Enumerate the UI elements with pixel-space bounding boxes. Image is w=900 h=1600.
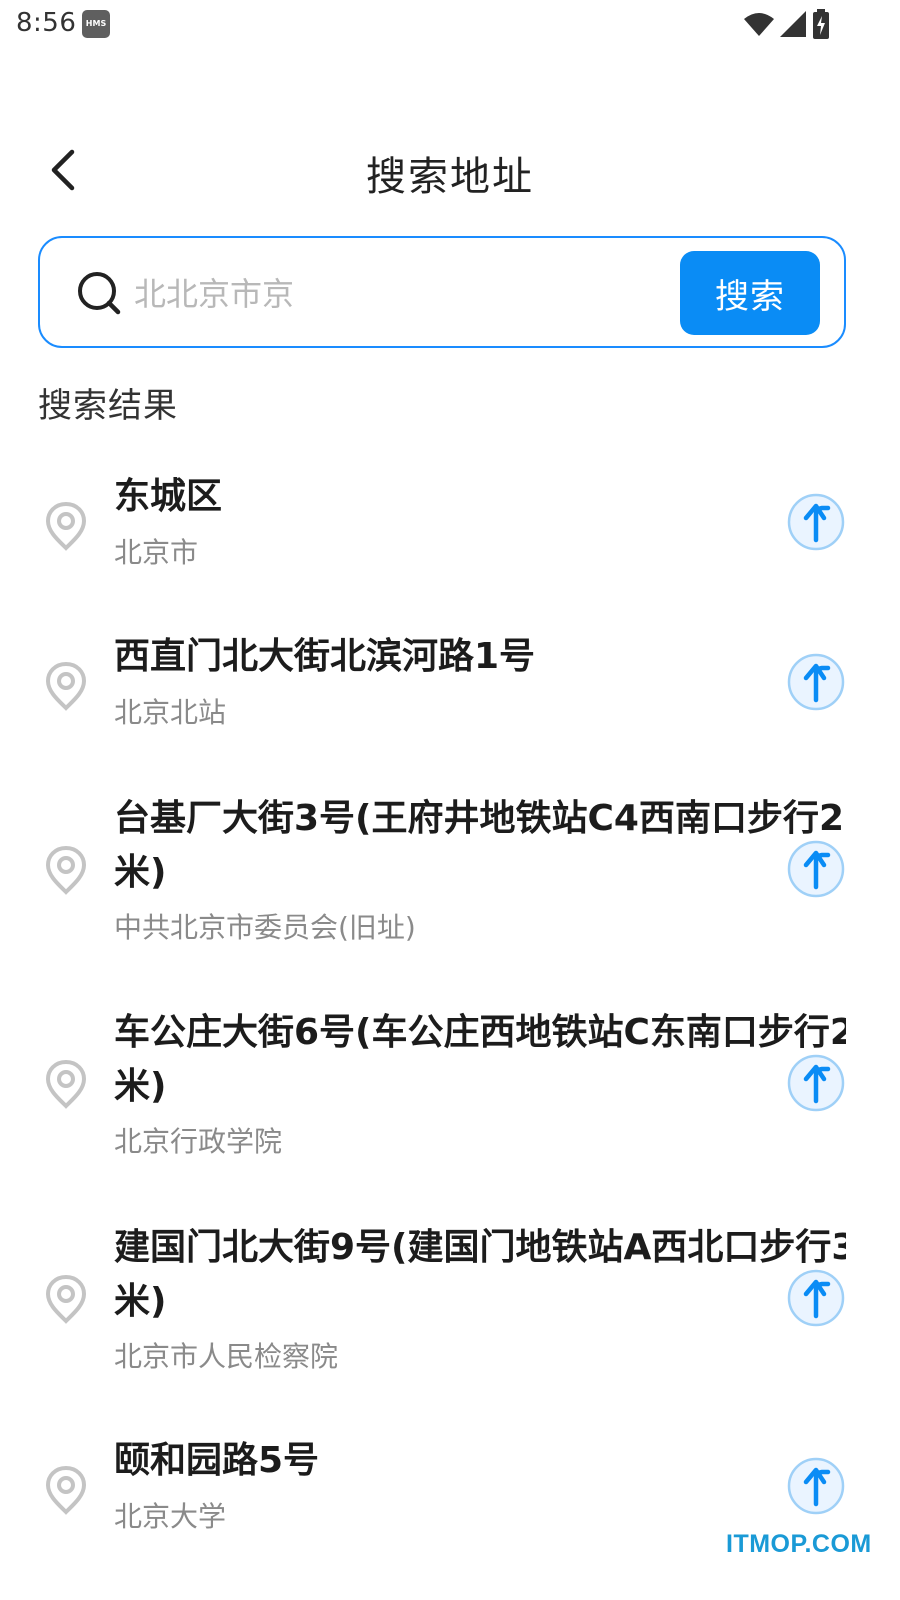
result-subtitle: 北京市 — [114, 536, 199, 569]
result-title-line: 米) — [114, 1281, 167, 1322]
result-subtitle: 北京北站 — [114, 696, 227, 729]
navigate-arrow-icon[interactable] — [786, 1268, 846, 1328]
search-button[interactable]: 搜索 — [680, 251, 820, 335]
location-pin-icon — [45, 1274, 87, 1324]
location-pin-icon — [45, 1465, 87, 1515]
location-pin-icon — [45, 845, 87, 895]
status-time: 8:56 — [16, 8, 77, 38]
result-subtitle: 北京市人民检察院 — [114, 1340, 339, 1373]
navigate-arrow-icon[interactable] — [786, 1456, 846, 1516]
navigate-arrow-icon[interactable] — [786, 652, 846, 712]
search-icon — [78, 272, 121, 315]
result-title-line: 建国门北大街9号(建国门地铁站A西北口步行3 — [114, 1227, 846, 1268]
result-title: 西直门北大街北滨河路1号 — [114, 630, 846, 684]
result-title-line: 东城区 — [114, 476, 223, 517]
navigate-arrow-icon[interactable] — [786, 1053, 846, 1113]
result-title-line: 颐和园路5号 — [114, 1440, 320, 1481]
result-subtitle: 中共北京市委员会(旧址) — [114, 911, 416, 944]
watermark: ITMOP.COM — [726, 1530, 872, 1558]
cell-signal-icon — [780, 11, 806, 37]
wifi-icon — [744, 13, 774, 36]
navigate-arrow-icon[interactable] — [786, 839, 846, 899]
result-title-line: 米) — [114, 1066, 167, 1107]
header: 搜索地址 — [0, 130, 900, 210]
page-title: 搜索地址 — [366, 154, 534, 200]
status-icons — [744, 9, 830, 39]
search-input[interactable] — [134, 266, 674, 322]
result-item[interactable]: 台基厂大街3号(王府井地铁站C4西南口步行2 米) 中共北京市委员会(旧址) — [0, 788, 900, 958]
location-pin-icon — [45, 1059, 87, 1109]
result-item[interactable]: 建国门北大街9号(建国门地铁站A西北口步行3 米) 北京市人民检察院 — [0, 1216, 900, 1386]
search-box: 搜索 — [38, 236, 846, 348]
result-title-line: 车公庄大街6号(车公庄西地铁站C东南口步行2 — [114, 1012, 846, 1053]
result-subtitle: 北京大学 — [114, 1500, 227, 1533]
result-item[interactable]: 车公庄大街6号(车公庄西地铁站C东南口步行2 米) 北京行政学院 — [0, 1002, 900, 1172]
result-title-line: 西直门北大街北滨河路1号 — [114, 636, 536, 677]
result-title: 建国门北大街9号(建国门地铁站A西北口步行3 米) — [114, 1221, 846, 1329]
location-pin-icon — [45, 501, 87, 551]
result-title: 车公庄大街6号(车公庄西地铁站C东南口步行2 米) — [114, 1006, 846, 1114]
battery-charging-icon — [813, 9, 829, 39]
status-bar: 8:56 HMS — [0, 0, 900, 48]
result-item[interactable]: 东城区 北京市 — [0, 468, 900, 598]
result-title-line: 台基厂大街3号(王府井地铁站C4西南口步行2 — [114, 798, 845, 839]
screen: 8:56 HMS 搜索地址 北北京市京 搜索 搜索结果 东城区 北京市 西直门北… — [0, 0, 900, 1600]
navigate-arrow-icon[interactable] — [786, 492, 846, 552]
result-title-line: 米) — [114, 852, 167, 893]
result-subtitle: 北京行政学院 — [114, 1125, 283, 1158]
results-label: 搜索结果 — [38, 386, 178, 426]
result-item[interactable]: 西直门北大街北滨河路1号 北京北站 — [0, 628, 900, 758]
results-list: 东城区 北京市 西直门北大街北滨河路1号 北京北站 台基厂大街3号(王府井地铁站… — [0, 440, 900, 1600]
hms-badge: HMS — [82, 10, 110, 38]
result-title: 台基厂大街3号(王府井地铁站C4西南口步行2 米) — [114, 792, 846, 900]
location-pin-icon — [45, 661, 87, 711]
result-title: 东城区 — [114, 470, 846, 524]
result-title: 颐和园路5号 — [114, 1434, 846, 1488]
